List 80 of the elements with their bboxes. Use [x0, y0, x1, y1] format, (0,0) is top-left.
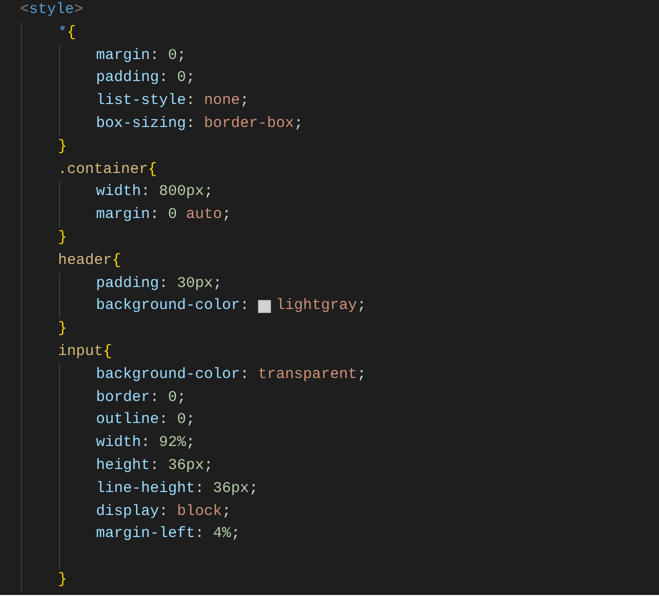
punctuation: ;: [249, 478, 258, 499]
punctuation: ;: [357, 364, 366, 385]
punctuation: ;: [204, 182, 214, 202]
property-value: 0: [168, 46, 178, 66]
property-value: 30px: [177, 274, 214, 294]
punctuation: :: [195, 524, 206, 544]
punctuation: :: [195, 478, 206, 499]
selector: *: [58, 22, 68, 43]
selector: input: [58, 342, 104, 362]
punctuation: ;: [222, 205, 232, 226]
punctuation: :: [150, 205, 160, 226]
punctuation: :: [150, 388, 160, 408]
property-value: none: [204, 91, 240, 112]
punctuation: ;: [204, 456, 214, 476]
brace: {: [67, 22, 76, 43]
property-name: height: [96, 456, 150, 476]
punctuation: ;: [294, 114, 304, 134]
property-value: 0: [177, 410, 186, 430]
brace: {: [103, 342, 112, 362]
property-value: 92%: [159, 433, 186, 454]
punctuation: :: [159, 274, 170, 294]
property-name: padding: [96, 68, 160, 88]
property-name: display: [96, 502, 160, 522]
punctuation: :: [186, 91, 196, 112]
brace: }: [58, 136, 68, 157]
brace: {: [148, 160, 158, 180]
property-name: list-style: [96, 91, 186, 112]
punctuation: ;: [213, 274, 222, 294]
property-name: border: [96, 388, 150, 408]
brace: {: [112, 250, 122, 271]
property-value: border-box: [204, 114, 294, 134]
punctuation: ;: [177, 388, 186, 408]
punctuation: ;: [186, 433, 196, 454]
property-value: 800px: [159, 182, 204, 202]
brace: }: [58, 319, 68, 340]
punctuation: :: [141, 433, 152, 454]
property-value: 4%: [213, 524, 232, 544]
brace: }: [58, 570, 68, 590]
punctuation: :: [186, 114, 196, 134]
property-name: box-sizing: [96, 114, 186, 134]
punctuation: ;: [240, 91, 250, 112]
property-name: outline: [96, 410, 160, 430]
property-value: transparent: [258, 364, 358, 385]
selector: header: [58, 250, 112, 271]
punctuation: :: [150, 46, 160, 66]
tag-bracket: <: [20, 0, 30, 20]
tag-name: style: [29, 0, 74, 20]
property-name: margin: [96, 205, 150, 226]
punctuation: ;: [357, 296, 366, 316]
punctuation: :: [240, 296, 250, 316]
property-value: 0: [168, 388, 178, 408]
property-name: padding: [96, 274, 160, 294]
punctuation: :: [141, 182, 152, 202]
property-value: lightgray: [276, 296, 358, 316]
punctuation: ;: [222, 502, 232, 522]
property-name: width: [96, 182, 142, 202]
property-value: 0: [177, 68, 186, 88]
punctuation: :: [159, 502, 170, 522]
punctuation: ;: [231, 524, 240, 544]
punctuation: :: [159, 68, 170, 88]
punctuation: ;: [177, 46, 186, 66]
property-name: line-height: [96, 478, 196, 499]
property-value: 36px: [213, 478, 250, 499]
property-name: margin-left: [96, 524, 196, 544]
property-name: background-color: [96, 296, 240, 316]
property-value: block: [177, 502, 222, 522]
property-name: margin: [96, 46, 150, 66]
property-value: 0: [168, 205, 178, 226]
punctuation: ;: [186, 410, 196, 430]
punctuation: :: [150, 456, 160, 476]
property-value: auto: [185, 205, 222, 226]
property-name: width: [96, 433, 142, 454]
tag-bracket: >: [74, 0, 84, 20]
punctuation: ;: [186, 68, 196, 88]
property-name: background-color: [96, 364, 240, 385]
property-value: 36px: [168, 456, 204, 476]
selector: .container: [58, 160, 148, 180]
brace: }: [58, 228, 68, 248]
punctuation: :: [159, 410, 170, 430]
punctuation: :: [240, 364, 250, 385]
